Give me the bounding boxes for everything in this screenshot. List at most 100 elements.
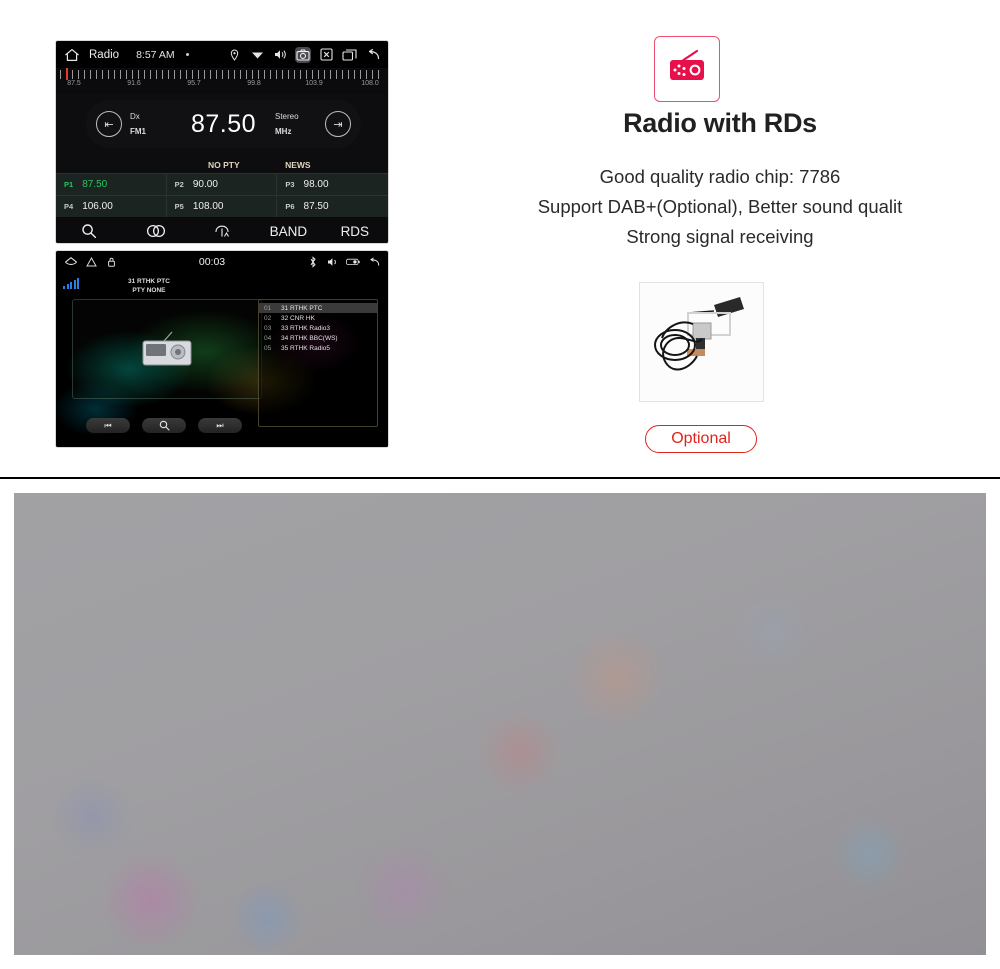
volume-icon[interactable] xyxy=(272,47,288,63)
list-item[interactable]: 02 32 CNR HK xyxy=(259,313,377,323)
preset-grid: P1 87.50 P2 90.00 P3 98.00 P4 106.00 P5 … xyxy=(56,173,388,217)
background-overlay xyxy=(14,493,986,955)
preset-key: P2 xyxy=(174,180,184,189)
camera-icon[interactable] xyxy=(295,46,311,63)
page-title: Radio with RDs xyxy=(623,108,817,138)
preset-button-p6[interactable]: P6 87.50 xyxy=(277,196,388,217)
preset-button-p3[interactable]: P3 98.00 xyxy=(277,174,388,195)
preset-value: 87.50 xyxy=(303,201,329,212)
skip-next-icon[interactable]: ⇥ xyxy=(325,111,351,137)
preset-key: P5 xyxy=(174,202,184,211)
pty-info: PTY NONE xyxy=(132,287,166,295)
news-label: NEWS xyxy=(285,159,311,170)
preset-button-p1[interactable]: P1 87.50 xyxy=(56,174,167,195)
scale-label: 99.8 xyxy=(247,80,261,87)
stereo-icon[interactable] xyxy=(122,224,188,238)
no-pty-label: NO PTY xyxy=(207,159,240,170)
screen-title: Radio xyxy=(89,48,120,61)
product-feature-page: Radio 8:57 AM 87.5 91.6 95.7 99.8 103.9 … xyxy=(0,0,1000,969)
radio-icon xyxy=(664,47,710,92)
station-index: 01 xyxy=(264,304,272,312)
dab-list-screenshot: 00:03 31 RTHK PTC PTY NONE 01 31 RTHK PT… xyxy=(55,250,389,448)
preset-button-p4[interactable]: P4 106.00 xyxy=(56,196,167,217)
dsp-section: Audio 8:55 AM xyxy=(0,479,1000,969)
skip-next-icon[interactable]: ⏭ xyxy=(198,418,242,433)
radio-bottom-bar: BAND RDS xyxy=(56,217,388,243)
station-name: 31 RTHK PTC xyxy=(281,304,323,312)
frequency-scale[interactable]: 87.5 91.6 95.7 99.8 103.9 108.0 xyxy=(56,68,388,94)
preset-value: 106.00 xyxy=(82,201,113,212)
station-list[interactable]: 01 31 RTHK PTC 02 32 CNR HK 03 33 RTHK R… xyxy=(258,299,378,427)
warning-icon xyxy=(84,255,98,269)
clock: 00:03 xyxy=(198,256,226,268)
volume-icon[interactable] xyxy=(326,255,340,269)
recents-icon[interactable] xyxy=(341,47,357,63)
preset-button-p5[interactable]: P5 108.00 xyxy=(166,196,278,217)
radio-section: Radio 8:57 AM 87.5 91.6 95.7 99.8 103.9 … xyxy=(0,0,1000,478)
rds-button[interactable]: RDS xyxy=(322,224,388,239)
list-item[interactable]: 01 31 RTHK PTC xyxy=(259,303,377,313)
pty-row: NO PTY NEWS xyxy=(56,156,388,173)
preset-row: P1 87.50 P2 90.00 P3 98.00 xyxy=(56,173,388,195)
home-icon[interactable] xyxy=(64,255,78,269)
unit-label: MHz xyxy=(275,127,292,136)
dx-label: Dx xyxy=(130,111,140,121)
band-button[interactable]: BAND xyxy=(255,224,321,239)
playback-controls: ⏮ ⏭ xyxy=(86,418,242,433)
station-name: 35 RTHK Radio5 xyxy=(281,344,331,352)
location-icon xyxy=(226,47,242,63)
skip-previous-icon[interactable]: ⏮ xyxy=(86,418,130,433)
scale-label: 103.9 xyxy=(305,80,323,87)
feature-line: Support DAB+(Optional), Better sound qua… xyxy=(537,195,903,217)
preset-value: 90.00 xyxy=(192,179,218,190)
back-icon[interactable] xyxy=(366,255,380,269)
optional-badge: Optional xyxy=(645,425,757,453)
dab-body: 31 RTHK PTC PTY NONE 01 31 RTHK PTC 02 3… xyxy=(56,273,388,447)
feature-line: Good quality radio chip: 7786 xyxy=(599,166,841,187)
tuning-marker xyxy=(66,68,68,80)
station-name: 34 RTHK BBC(WS) xyxy=(281,334,338,342)
close-icon[interactable] xyxy=(318,47,334,63)
lock-icon xyxy=(104,255,118,269)
preset-key: P1 xyxy=(64,180,74,189)
station-name: 31 RTHK PTC xyxy=(128,278,170,285)
battery-icon xyxy=(346,255,360,269)
wifi-icon xyxy=(249,47,265,63)
station-name: 32 CNR HK xyxy=(281,314,315,322)
preset-key: P3 xyxy=(285,180,295,189)
skip-previous-icon[interactable]: ⇤ xyxy=(96,111,122,137)
list-item[interactable]: 03 33 RTHK Radio3 xyxy=(259,323,377,333)
preset-row: P4 106.00 P5 108.00 P6 87.50 xyxy=(56,195,388,217)
preset-key: P4 xyxy=(64,202,74,211)
home-icon[interactable] xyxy=(64,48,80,62)
stereo-label: Stereo xyxy=(275,111,299,121)
station-name: 33 RTHK Radio3 xyxy=(281,324,331,332)
antenna-icon[interactable] xyxy=(189,223,255,239)
status-bar: 00:03 xyxy=(56,251,388,273)
list-item[interactable]: 05 35 RTHK Radio5 xyxy=(259,343,377,353)
scale-label: 87.5 xyxy=(67,80,81,87)
scale-label: 91.6 xyxy=(127,80,141,87)
band-label: FM1 xyxy=(130,127,146,136)
scale-labels: 87.5 91.6 95.7 99.8 103.9 108.0 xyxy=(56,80,388,92)
station-index: 02 xyxy=(264,314,272,322)
list-item[interactable]: 04 34 RTHK BBC(WS) xyxy=(259,333,377,343)
station-index: 04 xyxy=(264,334,272,342)
now-playing-info: 31 RTHK PTC PTY NONE xyxy=(56,277,242,296)
search-icon[interactable] xyxy=(142,418,186,433)
antenna-product-photo xyxy=(639,282,764,402)
status-bar: Radio 8:57 AM xyxy=(56,41,388,68)
bluetooth-icon xyxy=(306,255,320,269)
clock: 8:57 AM xyxy=(136,48,175,61)
tuner-body: ⇤ Dx FM1 87.50 Stereo MHz ⇥ NO PTY NEWS … xyxy=(56,94,388,243)
preset-button-p2[interactable]: P2 90.00 xyxy=(166,174,278,195)
radio-tuner-screenshot: Radio 8:57 AM 87.5 91.6 95.7 99.8 103.9 … xyxy=(55,40,389,244)
status-dot xyxy=(185,53,189,56)
station-index: 03 xyxy=(264,324,272,332)
album-art-panel xyxy=(72,299,262,399)
preset-key: P6 xyxy=(285,202,295,211)
radio-feature-icon-box xyxy=(654,36,720,102)
tuner-display: ⇤ Dx FM1 87.50 Stereo MHz ⇥ xyxy=(86,100,361,148)
search-icon[interactable] xyxy=(56,223,122,239)
back-icon[interactable] xyxy=(364,47,380,63)
